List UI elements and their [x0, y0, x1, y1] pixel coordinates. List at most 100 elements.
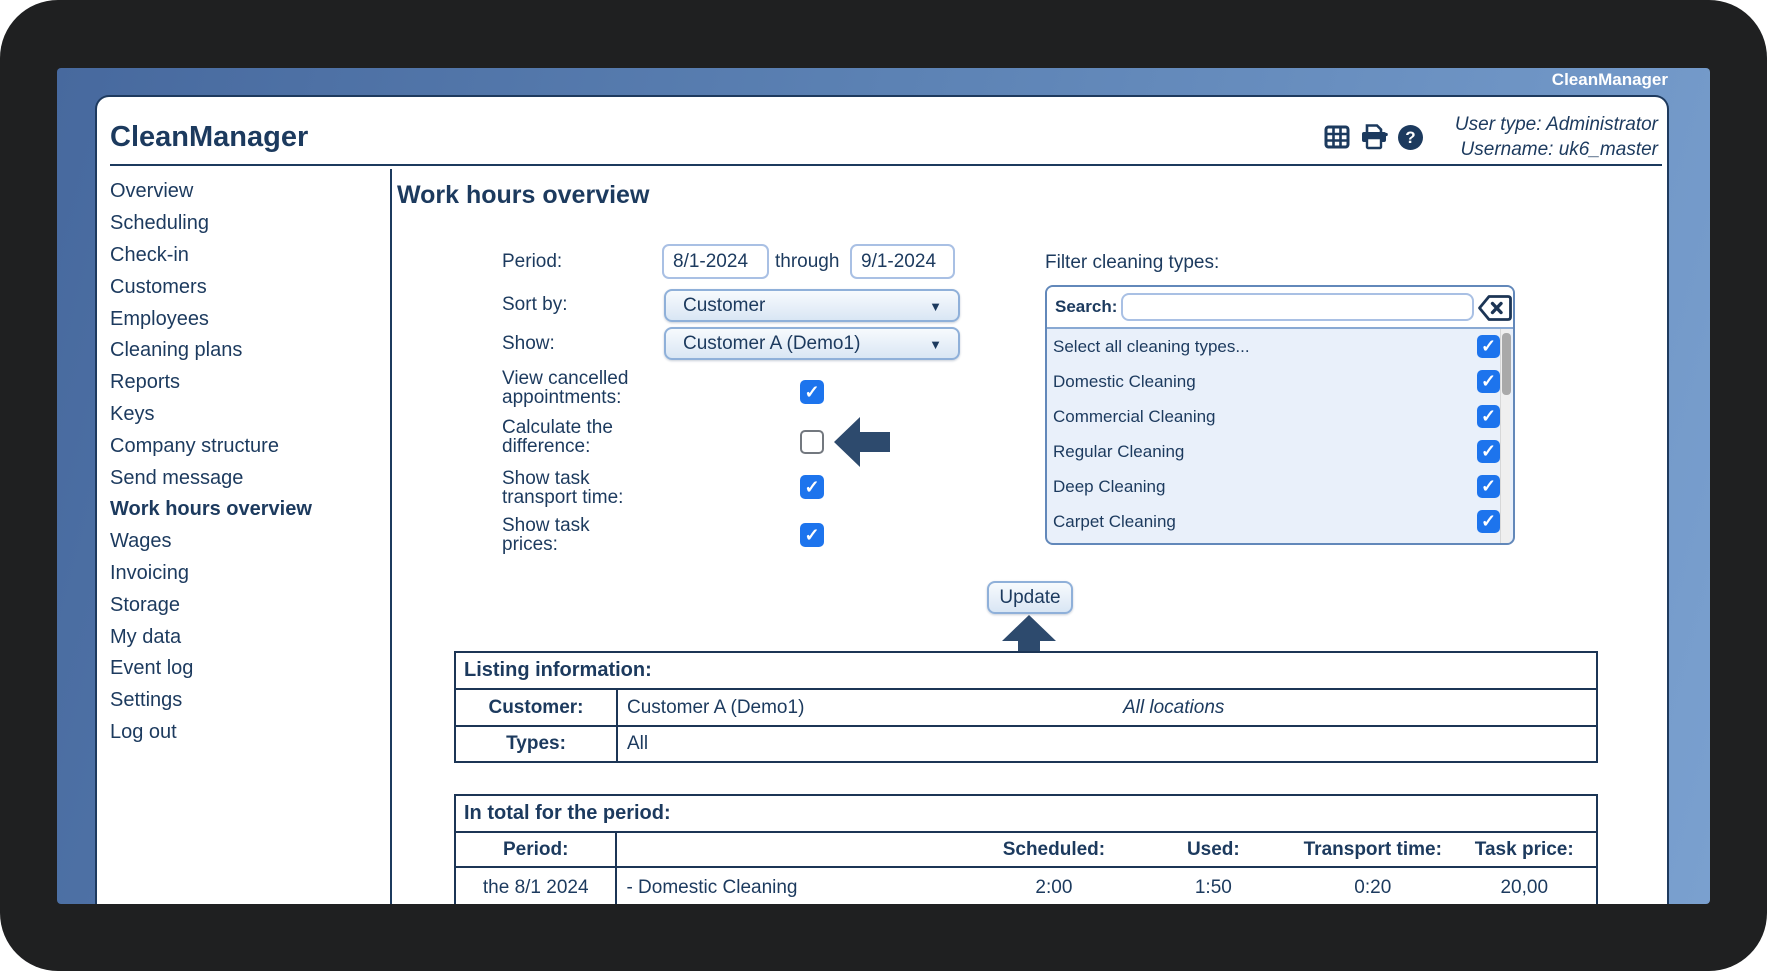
totals-cell-scheduled: 2:00	[1035, 877, 1073, 898]
view-cancelled-checkbox[interactable]: ✓	[800, 380, 824, 404]
period-from-input[interactable]	[662, 244, 769, 279]
filter-checkbox-deep-cleaning[interactable]: ✓	[1477, 475, 1500, 498]
app-title: CleanManager	[110, 121, 309, 153]
filter-title: Filter cleaning types:	[1045, 252, 1220, 273]
listing-title: Listing information:	[464, 659, 652, 681]
filter-checkbox-carpet-cleaning[interactable]: ✓	[1477, 510, 1500, 533]
filter-item-carpet-cleaning[interactable]: Carpet Cleaning ✓	[1047, 504, 1513, 539]
all-locations-note: All locations	[1123, 696, 1225, 718]
filter-panel: Search: Select all cleaning types... ✓ Dom…	[1045, 285, 1515, 545]
sidebar-item-company-structure[interactable]: Company structure	[110, 430, 382, 462]
totals-cell-used: 1:50	[1194, 877, 1232, 898]
sidebar-item-scheduling[interactable]: Scheduling	[110, 208, 382, 240]
sidebar-item-send-message[interactable]: Send message	[110, 462, 382, 494]
sidebar-item-reports[interactable]: Reports	[110, 367, 382, 399]
user-type-text: User type: Administrator	[1454, 114, 1658, 135]
filter-search-row: Search:	[1047, 287, 1513, 329]
content-panel: CleanManager ? User type: Administrator …	[95, 95, 1669, 904]
sidebar-item-wages[interactable]: Wages	[110, 526, 382, 558]
totals-column-period: Period:	[456, 833, 618, 866]
period-label: Period:	[502, 251, 563, 272]
filter-scrollbar[interactable]	[1500, 329, 1511, 543]
listing-types-row: Types: All	[456, 725, 1596, 761]
filter-item-commercial-cleaning[interactable]: Commercial Cleaning ✓	[1047, 399, 1513, 434]
customer-value: Customer A (Demo1)	[627, 696, 805, 718]
pointer-left-arrow	[834, 417, 890, 467]
totals-column-transport-time: Transport time:	[1303, 838, 1442, 860]
sidebar-item-check-in[interactable]: Check-in	[110, 240, 382, 272]
show-prices-checkbox[interactable]: ✓	[800, 523, 824, 547]
totals-column-description	[617, 833, 974, 866]
help-glyph: ?	[1405, 127, 1416, 147]
period-to-input[interactable]	[850, 244, 955, 279]
filter-item-label: Select all cleaning types...	[1053, 336, 1250, 356]
filter-checkbox-commercial-cleaning[interactable]: ✓	[1477, 405, 1500, 428]
filter-item-domestic-cleaning[interactable]: Domestic Cleaning ✓	[1047, 364, 1513, 399]
sidebar-item-overview[interactable]: Overview	[110, 176, 382, 208]
sidebar-item-storage[interactable]: Storage	[110, 589, 382, 621]
chevron-down-icon: ▼	[929, 299, 942, 314]
username-text: Username: uk6_master	[1460, 139, 1658, 160]
totals-column-task-price: Task price:	[1474, 838, 1574, 860]
sidebar-item-log-out[interactable]: Log out	[110, 717, 382, 749]
show-transport-checkbox[interactable]: ✓	[800, 475, 824, 499]
table-grid-icon[interactable]	[1324, 125, 1350, 154]
sidebar-item-work-hours-overview[interactable]: Work hours overview	[110, 494, 382, 526]
sidebar-item-settings[interactable]: Settings	[110, 685, 382, 717]
listing-customer-row: Customer: Customer A (Demo1) All locatio…	[456, 688, 1596, 725]
sidebar-item-keys[interactable]: Keys	[110, 399, 382, 431]
listing-information-table: Listing information: Customer: Customer …	[454, 651, 1598, 763]
device-frame: CleanManager CleanManager ? User type: A…	[0, 0, 1767, 971]
totals-column-scheduled: Scheduled:	[1002, 838, 1106, 860]
window-title: CleanManager	[1551, 70, 1668, 89]
sidebar-item-customers[interactable]: Customers	[110, 271, 382, 303]
scrollbar-thumb[interactable]	[1501, 333, 1511, 395]
sidebar-item-event-log[interactable]: Event log	[110, 653, 382, 685]
totals-cell-description: - Domestic Cleaning	[626, 877, 798, 898]
filter-checkbox-regular-cleaning[interactable]: ✓	[1477, 440, 1500, 463]
clear-search-icon[interactable]	[1477, 294, 1513, 327]
filter-item-label: Commercial Cleaning	[1053, 406, 1216, 426]
sidebar-item-my-data[interactable]: My data	[110, 621, 382, 653]
update-button[interactable]: Update	[987, 581, 1073, 614]
totals-cell-transport: 0:20	[1354, 877, 1392, 898]
types-value: All	[627, 733, 649, 754]
filter-checkbox-domestic-cleaning[interactable]: ✓	[1477, 370, 1500, 393]
sidebar-item-invoicing[interactable]: Invoicing	[110, 558, 382, 590]
filter-item-label: Carpet Cleaning	[1053, 511, 1176, 531]
totals-header-row: Period: Scheduled: Used: Transport time: Tas…	[456, 831, 1596, 866]
header-divider	[110, 164, 1662, 166]
view-cancelled-label: View cancelled appointments:	[502, 368, 629, 408]
filter-item-label: Regular Cleaning	[1053, 441, 1185, 461]
filter-checkbox-select-all-cleaning-types[interactable]: ✓	[1477, 335, 1500, 358]
filter-item-regular-cleaning[interactable]: Regular Cleaning ✓	[1047, 434, 1513, 469]
totals-cell-period: the 8/1 2024	[456, 868, 618, 904]
totals-title: In total for the period:	[464, 802, 671, 824]
search-label: Search:	[1055, 297, 1118, 316]
calculate-difference-checkbox[interactable]	[800, 430, 824, 454]
filter-item-label: Domestic Cleaning	[1053, 371, 1196, 391]
filter-item-deep-cleaning[interactable]: Deep Cleaning ✓	[1047, 469, 1513, 504]
through-label: through	[775, 251, 840, 272]
totals-column-used: Used:	[1186, 838, 1240, 860]
totals-title-row: In total for the period:	[456, 796, 1596, 831]
search-input[interactable]	[1121, 293, 1474, 321]
filter-item-select-all-cleaning-types[interactable]: Select all cleaning types... ✓	[1047, 329, 1513, 364]
printer-icon[interactable]	[1360, 124, 1389, 155]
help-icon[interactable]: ?	[1398, 125, 1423, 150]
chevron-down-icon: ▼	[929, 337, 942, 352]
show-transport-label: Show task transport time:	[502, 468, 624, 508]
sidebar-item-cleaning-plans[interactable]: Cleaning plans	[110, 335, 382, 367]
sort-by-label: Sort by:	[502, 294, 568, 315]
show-select[interactable]: Customer A (Demo1) ▼	[664, 327, 960, 360]
totals-table: In total for the period: Period: Schedule…	[454, 794, 1598, 904]
sort-by-value: Customer	[683, 294, 766, 316]
page-background: CleanManager CleanManager ? User type: A…	[0, 0, 1767, 971]
app-window: CleanManager CleanManager ? User type: A…	[57, 68, 1710, 904]
totals-data-row: the 8/1 2024 - Domestic Cleaning 2:00 1:50 0…	[456, 866, 1596, 904]
sidebar-item-employees[interactable]: Employees	[110, 303, 382, 335]
types-label: Types:	[456, 727, 618, 761]
page-title: Work hours overview	[397, 181, 650, 209]
show-prices-label: Show task prices:	[502, 515, 590, 555]
sort-by-select[interactable]: Customer ▼	[664, 289, 960, 322]
